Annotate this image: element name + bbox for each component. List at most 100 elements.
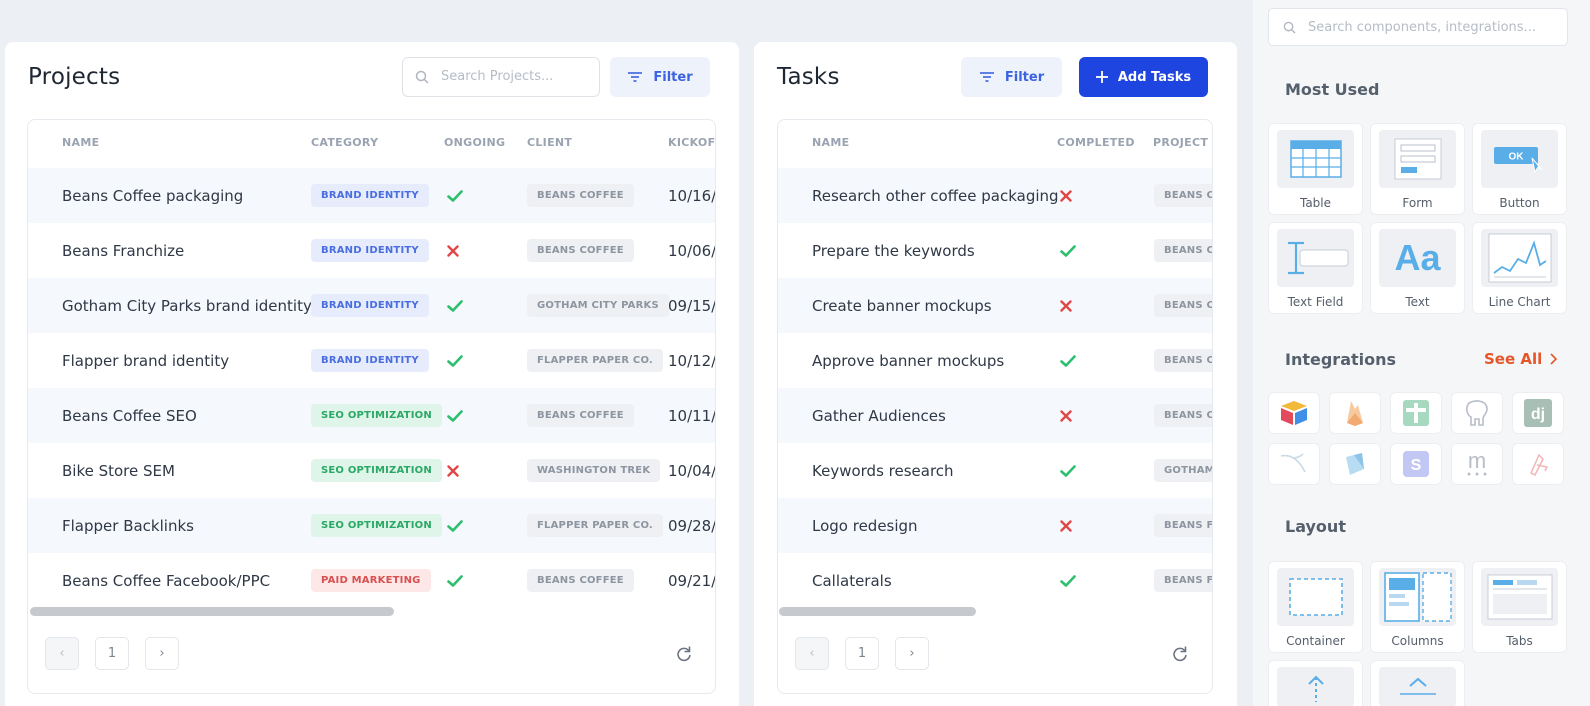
rest-api-integration[interactable] (1512, 443, 1564, 485)
refresh-icon[interactable] (1170, 644, 1190, 664)
table-row[interactable]: Prepare the keywords BEANS CO (778, 223, 1212, 278)
table-row[interactable]: Logo redesign BEANS FR (778, 498, 1212, 553)
col-client[interactable]: CLIENT (527, 136, 572, 149)
component-label: Text Field (1287, 295, 1344, 309)
task-name: Keywords research (812, 461, 954, 480)
x-icon (447, 464, 459, 477)
ongoing-status (447, 553, 463, 608)
col-kickoff[interactable]: KICKOFF (668, 136, 715, 149)
table-row[interactable]: Approve banner mockups BEANS CO (778, 333, 1212, 388)
kickoff-date: 10/06/2 (668, 241, 716, 260)
component-label: Columns (1391, 634, 1444, 648)
stripe-integration[interactable]: S (1390, 443, 1442, 485)
table-row[interactable]: Beans Coffee SEO SEO OPTIMIZATION BEANS CO… (28, 388, 715, 443)
component-label: Table (1299, 196, 1332, 210)
col-ongoing[interactable]: ONGOING (444, 136, 505, 149)
table-row[interactable]: Beans Coffee packaging BRAND IDENTITY BEAN… (28, 168, 715, 223)
postgresql-integration[interactable] (1451, 392, 1503, 434)
ongoing-status (447, 443, 459, 498)
tasks-page-number[interactable]: 1 (845, 637, 879, 670)
table-row[interactable]: Flapper brand identity BRAND IDENTITY FLAP… (28, 333, 715, 388)
table-row[interactable]: Research other coffee packaging BEANS CO (778, 168, 1212, 223)
completed-status (1060, 278, 1072, 333)
projects-search-placeholder: Search Projects... (441, 69, 554, 84)
table-row[interactable]: Beans Franchize BRAND IDENTITY BEANS COFFE… (28, 223, 715, 278)
component-form[interactable]: Form (1370, 123, 1465, 215)
firebase-icon (1347, 401, 1363, 426)
check-icon (1060, 464, 1076, 477)
refresh-icon[interactable] (674, 644, 694, 664)
completed-status (1060, 168, 1072, 223)
component-text-field[interactable]: Text Field (1268, 222, 1363, 314)
table-row[interactable]: Bike Store SEM SEO OPTIMIZATION WASHINGTON… (28, 443, 715, 498)
table-row[interactable]: Beans Coffee Facebook/PPC PAID MARKETING B… (28, 553, 715, 608)
col-name[interactable]: NAME (62, 136, 99, 149)
projects-prev-page-button[interactable]: ‹ (45, 637, 79, 670)
component-tabs[interactable]: Tabs (1472, 561, 1567, 653)
tasks-table-header: NAME COMPLETED PROJECT (778, 120, 1212, 168)
postgresql-icon (1466, 400, 1488, 426)
check-icon (1060, 244, 1076, 257)
airtable-integration[interactable] (1268, 392, 1320, 434)
project-badge: GOTHAM C (1154, 459, 1212, 482)
category-badge: SEO OPTIMIZATION (311, 459, 442, 482)
col-name[interactable]: NAME (812, 136, 849, 149)
projects-search-input[interactable]: Search Projects... (402, 57, 600, 97)
table-row[interactable]: Gotham City Parks brand identity BRAND ID… (28, 278, 715, 333)
client-badge: BEANS COFFEE (527, 404, 634, 427)
supabase-integration[interactable] (1329, 443, 1381, 485)
project-name: Flapper brand identity (62, 351, 230, 370)
chevron-right-icon (1550, 353, 1558, 365)
projects-page-number[interactable]: 1 (95, 637, 129, 670)
ongoing-status (447, 278, 463, 333)
component-line-chart[interactable]: Line Chart (1472, 222, 1567, 314)
table-row[interactable]: Gather Audiences BEANS CO (778, 388, 1212, 443)
metabase-icon: m (1467, 451, 1487, 476)
see-all-label: See All (1484, 350, 1543, 368)
metabase-integration[interactable]: m (1451, 443, 1503, 485)
tasks-next-page-button[interactable]: › (895, 637, 929, 670)
project-name: Gotham City Parks brand identity (62, 296, 312, 315)
component-text[interactable]: Aa Text (1370, 222, 1465, 314)
component-container[interactable]: Container (1268, 561, 1363, 653)
supabase-icon (1346, 453, 1364, 475)
component-label: Container (1286, 634, 1345, 648)
projects-next-page-button[interactable]: › (145, 637, 179, 670)
table-row[interactable]: Callaterals BEANS FR (778, 553, 1212, 608)
project-badge: BEANS CO (1154, 294, 1212, 317)
mysql-integration[interactable] (1268, 443, 1320, 485)
ongoing-status (447, 223, 459, 278)
table-row[interactable]: Create banner mockups BEANS CO (778, 278, 1212, 333)
tasks-filter-button[interactable]: Filter (961, 57, 1062, 97)
component-table[interactable]: Table (1268, 123, 1363, 215)
columns-component-icon (1379, 568, 1456, 626)
firebase-integration[interactable] (1329, 392, 1381, 434)
tasks-filter-label: Filter (1004, 69, 1045, 85)
table-component-icon (1277, 130, 1354, 188)
project-name: Beans Coffee packaging (62, 186, 244, 205)
projects-horizontal-scrollbar[interactable] (30, 607, 394, 616)
add-tasks-button[interactable]: Add Tasks (1079, 57, 1208, 97)
components-search-input[interactable]: Search components, integrations... (1268, 8, 1568, 46)
col-category[interactable]: CATEGORY (311, 136, 378, 149)
client-badge: BEANS COFFEE (527, 239, 634, 262)
completed-status (1060, 388, 1072, 443)
col-completed[interactable]: COMPLETED (1057, 136, 1135, 149)
component-label: Button (1499, 196, 1540, 210)
see-all-link[interactable]: See All (1484, 350, 1558, 368)
tasks-prev-page-button[interactable]: ‹ (795, 637, 829, 670)
tasks-horizontal-scrollbar[interactable] (779, 607, 976, 616)
table-row[interactable]: Flapper Backlinks SEO OPTIMIZATION FLAPPER… (28, 498, 715, 553)
component-button[interactable]: OK Button (1472, 123, 1567, 215)
baserow-integration[interactable] (1390, 392, 1442, 434)
col-project[interactable]: PROJECT (1153, 136, 1208, 149)
django-integration[interactable]: dj (1512, 392, 1564, 434)
table-row[interactable]: Keywords research GOTHAM C (778, 443, 1212, 498)
component-layout-extra-2[interactable] (1370, 660, 1465, 706)
projects-filter-button[interactable]: Filter (610, 57, 710, 97)
project-name: Bike Store SEM (62, 461, 175, 480)
component-label: Line Chart (1488, 295, 1551, 309)
category-badge: BRAND IDENTITY (311, 239, 429, 262)
component-columns[interactable]: Columns (1370, 561, 1465, 653)
component-layout-extra-1[interactable] (1268, 660, 1363, 706)
